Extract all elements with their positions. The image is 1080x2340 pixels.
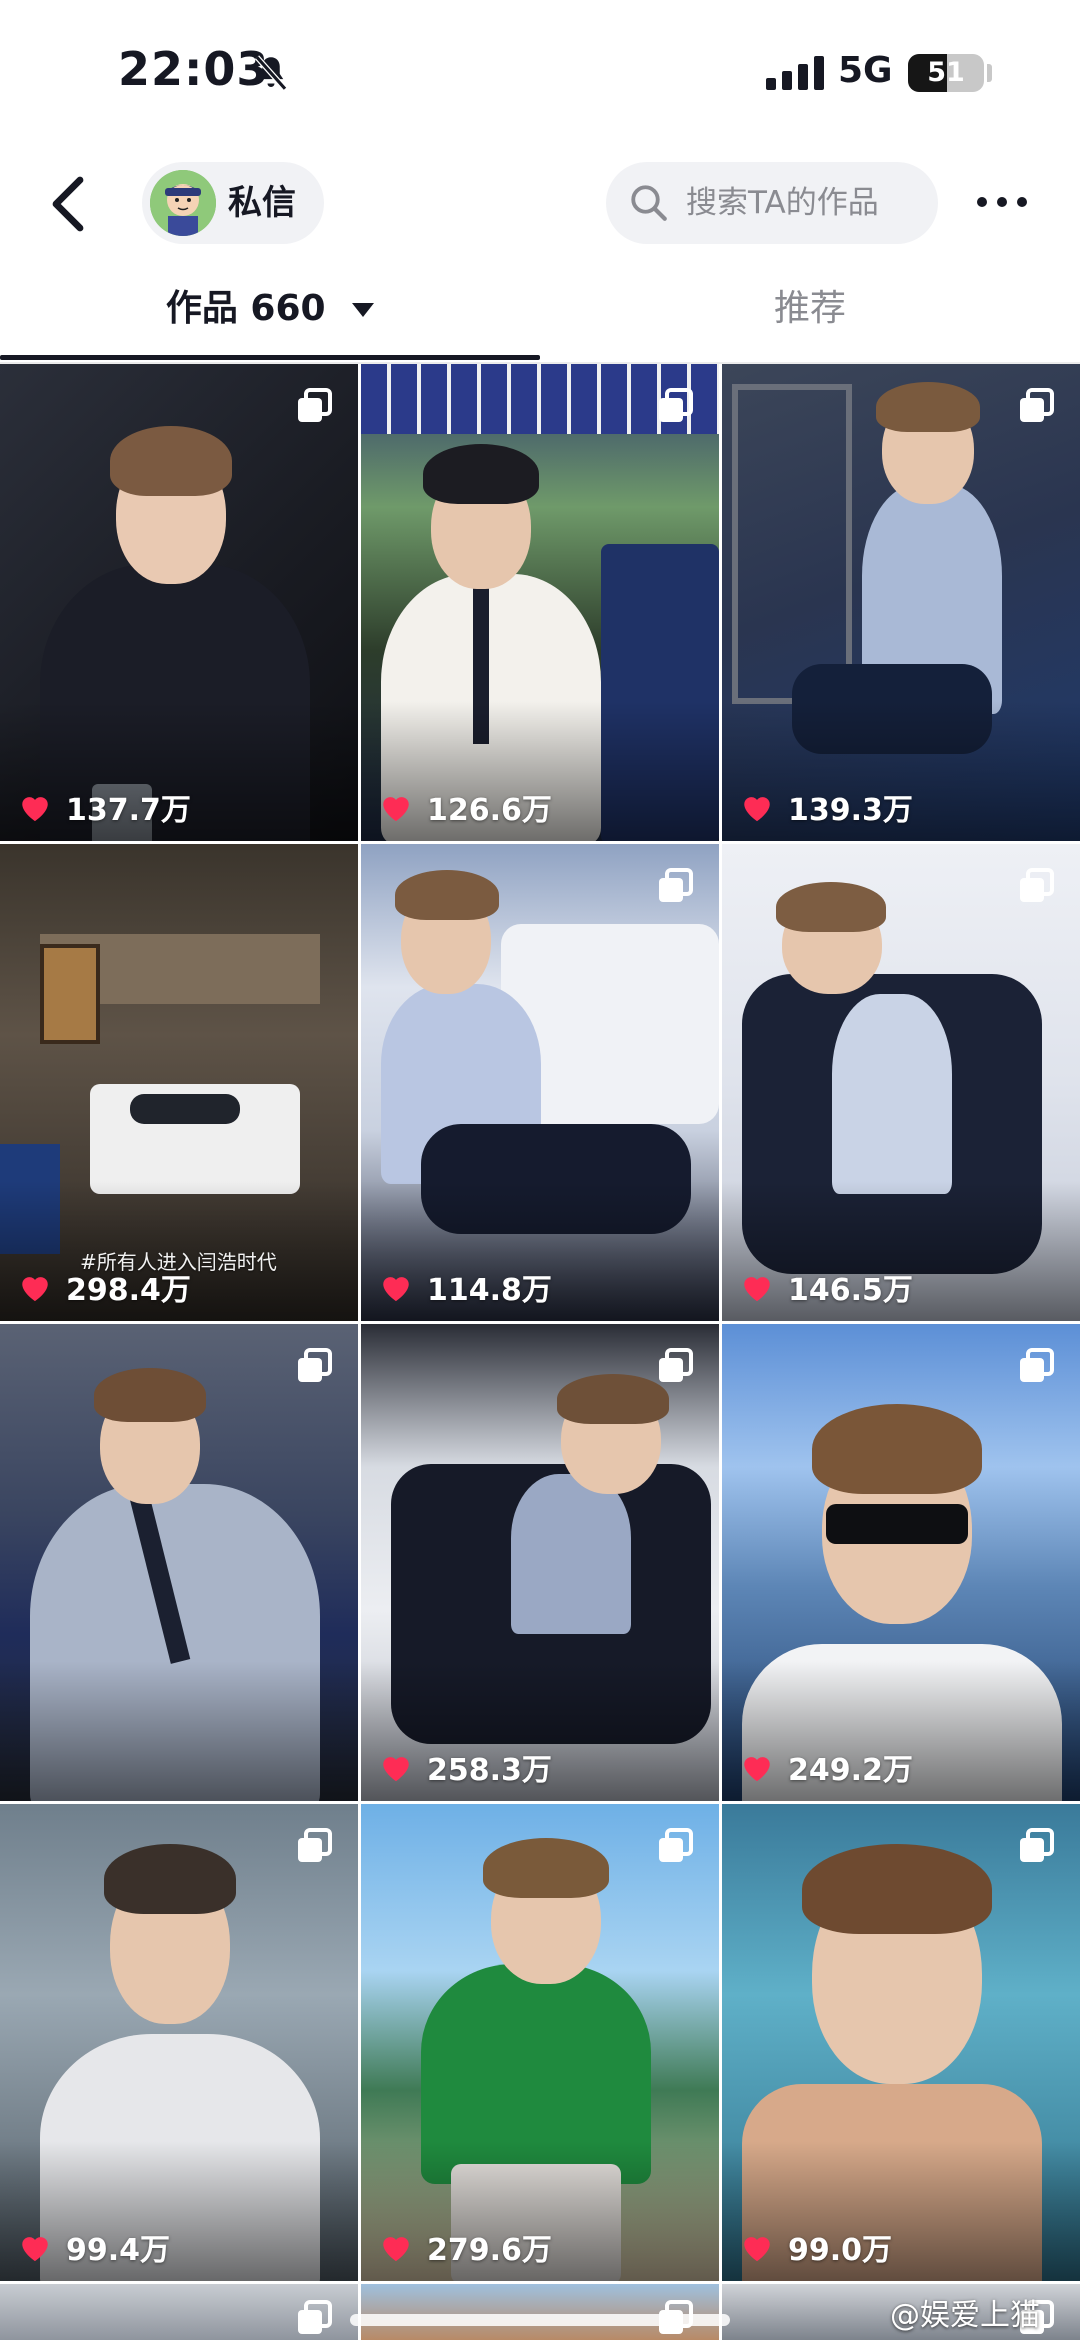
top-nav: 私信 (0, 150, 1080, 260)
multi-image-icon (659, 1828, 693, 1862)
like-stat: 249.2万 (740, 1747, 913, 1788)
tab-recommend-label: 推荐 (773, 288, 846, 329)
like-count: 114.8万 (427, 1273, 552, 1308)
heart-icon (383, 2237, 409, 2262)
video-tile[interactable] (361, 2284, 719, 2340)
tab-works-label: 作品 (165, 288, 238, 329)
multi-image-icon (1020, 388, 1054, 422)
video-tile[interactable]: 279.6万 (361, 1804, 719, 2281)
like-stat: 146.5万 (740, 1267, 913, 1308)
video-tile[interactable]: 99.0万 (722, 1804, 1080, 2281)
like-count: 258.3万 (427, 1753, 552, 1788)
video-tile[interactable]: 146.5万 (722, 844, 1080, 1321)
like-stat: 298.4万 (18, 1267, 191, 1308)
video-tile[interactable]: 126.6万 (361, 364, 719, 841)
heart-icon (383, 797, 409, 822)
multi-image-icon (298, 1348, 332, 1382)
tab-recommend[interactable]: 推荐 (540, 268, 1080, 358)
video-tile[interactable]: #所有人进入闫浩时代 298.4万 (0, 844, 358, 1321)
heart-icon (383, 1277, 409, 1302)
heart-icon (22, 797, 48, 822)
battery-level: 51 (927, 57, 965, 88)
person-photo (130, 1094, 240, 1124)
video-tile[interactable]: 137.7万 (0, 364, 358, 841)
video-tile[interactable]: 139.3万 (722, 364, 1080, 841)
multi-image-icon (1020, 1828, 1054, 1862)
tab-works[interactable]: 作品 660 (0, 268, 540, 360)
video-tile[interactable] (0, 1324, 358, 1801)
dm-button[interactable]: 私信 (142, 162, 324, 244)
multi-image-icon (1020, 1348, 1054, 1382)
home-indicator[interactable] (350, 2314, 730, 2326)
multi-image-icon (298, 388, 332, 422)
like-count: 279.6万 (427, 2233, 552, 2268)
mirror-image (40, 944, 100, 1044)
heart-icon (744, 797, 770, 822)
multi-image-icon (659, 388, 693, 422)
tab-underline (0, 355, 540, 360)
search-input[interactable] (686, 162, 926, 244)
watermark: @娱爱上猫 (890, 2298, 1040, 2333)
multi-image-icon (298, 1828, 332, 1862)
multi-image-icon (1020, 868, 1054, 902)
like-stat: 114.8万 (379, 1267, 552, 1308)
like-count: 249.2万 (788, 1753, 913, 1788)
like-stat: 279.6万 (379, 2227, 552, 2268)
heart-icon (383, 1757, 409, 1782)
dm-label: 私信 (228, 183, 296, 223)
video-tile[interactable]: 249.2万 (722, 1324, 1080, 1801)
chevron-left-icon[interactable] (40, 174, 96, 234)
status-time: 22:03 (118, 42, 270, 96)
bell-off-icon (254, 55, 288, 91)
profile-tabs: 作品 660 推荐 (0, 268, 1080, 364)
like-count: 99.4万 (66, 2233, 171, 2268)
like-stat: 139.3万 (740, 787, 913, 828)
video-tile[interactable]: 258.3万 (361, 1324, 719, 1801)
heart-icon (744, 1757, 770, 1782)
search-box[interactable] (606, 162, 938, 244)
multi-image-icon (298, 2300, 332, 2334)
sunglasses-image (826, 1504, 968, 1544)
video-tile[interactable]: 99.4万 (0, 1804, 358, 2281)
cartoon-avatar-icon (150, 170, 216, 236)
video-tile[interactable] (0, 2284, 358, 2340)
battery-tip (987, 64, 992, 82)
multi-image-icon (659, 868, 693, 902)
network-type: 5G (838, 50, 893, 91)
like-count: 99.0万 (788, 2233, 893, 2268)
status-bar: 22:03 5G 51 (0, 0, 1080, 150)
tab-works-count: 660 (250, 288, 326, 329)
like-stat: 258.3万 (379, 1747, 552, 1788)
like-count: 139.3万 (788, 793, 913, 828)
battery-icon: 51 (908, 54, 984, 92)
signal-icon (766, 56, 824, 90)
heart-icon (744, 2237, 770, 2262)
like-count: 137.7万 (66, 793, 191, 828)
video-tile[interactable]: 114.8万 (361, 844, 719, 1321)
like-stat: 126.6万 (379, 787, 552, 828)
search-icon (631, 185, 667, 221)
like-count: 126.6万 (427, 793, 552, 828)
more-icon[interactable] (972, 182, 1032, 222)
tile-shade (0, 1661, 358, 1801)
like-count: 146.5万 (788, 1273, 913, 1308)
multi-image-icon (659, 1348, 693, 1382)
heart-icon (22, 2237, 48, 2262)
avatar (150, 170, 216, 236)
like-count: 298.4万 (66, 1273, 191, 1308)
like-stat: 99.0万 (740, 2227, 893, 2268)
heart-icon (744, 1277, 770, 1302)
caret-down-icon[interactable] (352, 303, 375, 317)
like-stat: 137.7万 (18, 787, 191, 828)
like-stat: 99.4万 (18, 2227, 171, 2268)
heart-icon (22, 1277, 48, 1302)
